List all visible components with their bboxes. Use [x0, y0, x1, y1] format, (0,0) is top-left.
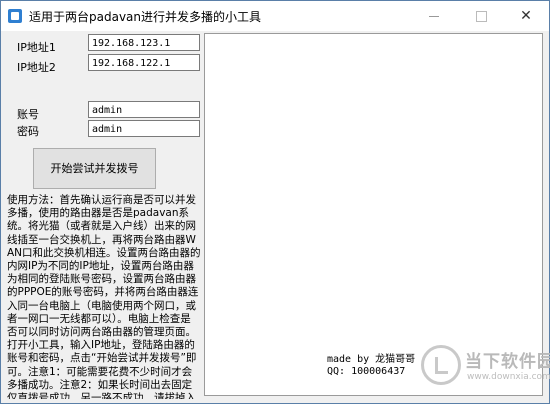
password-label: 密码 [17, 125, 39, 138]
watermark: 当下软件园 www.downxia.com [421, 341, 550, 391]
app-window: 适用于两台padavan进行并发多播的小工具 ✕ IP地址1 192.168.1… [0, 0, 550, 404]
watermark-text: 当下软件园 [465, 352, 550, 372]
maximize-button[interactable] [458, 1, 504, 31]
window-title: 适用于两台padavan进行并发多播的小工具 [29, 10, 262, 24]
watermark-url: www.downxia.com [467, 372, 550, 382]
usage-instructions: 使用方法：首先确认运行商是否可以并发多播，使用的路由器是否是padavan系统。… [7, 194, 201, 399]
account-label: 账号 [17, 108, 39, 121]
ip1-input[interactable]: 192.168.123.1 [88, 34, 200, 51]
ip1-label: IP地址1 [17, 41, 56, 54]
start-dial-button[interactable]: 开始尝试并发拨号 [33, 148, 156, 189]
maximize-icon [475, 10, 487, 22]
app-icon [8, 9, 22, 23]
minimize-button[interactable] [411, 1, 457, 31]
close-button[interactable]: ✕ [503, 1, 549, 31]
credit-author: made by 龙猫哥哥 [327, 354, 416, 365]
credit-qq: QQ: 100006437 [327, 366, 406, 377]
title-bar: 适用于两台padavan进行并发多播的小工具 ✕ [1, 1, 549, 31]
ip2-label: IP地址2 [17, 61, 56, 74]
author-credit: made by 龙猫哥哥 QQ: 100006437 [327, 354, 415, 378]
watermark-logo-icon [421, 345, 461, 385]
password-input[interactable]: admin [88, 120, 200, 137]
ip2-input[interactable]: 192.168.122.1 [88, 54, 200, 71]
minimize-icon [429, 15, 439, 17]
account-input[interactable]: admin [88, 101, 200, 118]
